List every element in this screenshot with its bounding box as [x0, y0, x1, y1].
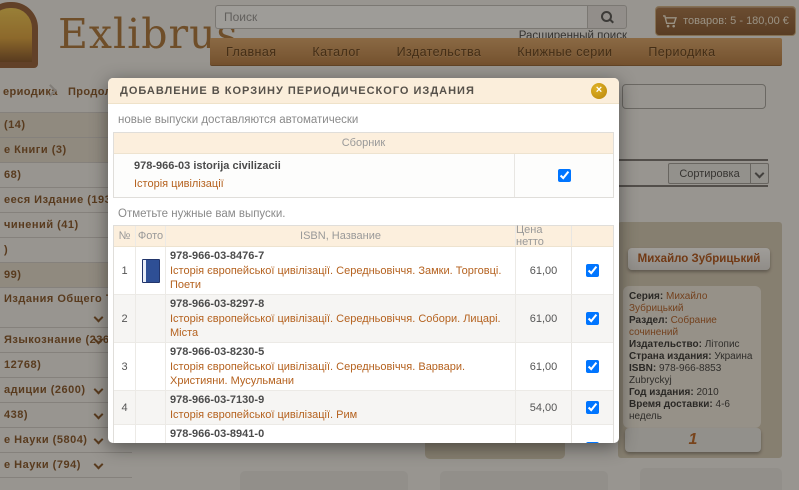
col-header-check — [571, 226, 613, 246]
issue-title-link[interactable]: Історія європейської цивілізації. Середн… — [170, 264, 511, 292]
issue-row: 3 978-966-03-8230-5 Історія європейської… — [114, 343, 613, 391]
issue-isbn: 978-966-03-8230-5 — [170, 346, 265, 358]
col-header-num: № — [114, 226, 136, 246]
add-to-cart-modal: ДОБАВЛЕНИЕ В КОРЗИНУ ПЕРИОДИЧЕСКОГО ИЗДА… — [108, 78, 619, 443]
issue-number: 5 — [114, 425, 136, 443]
issue-photo — [142, 437, 160, 444]
issue-row: 4 978-966-03-7130-9 Історія європейської… — [114, 391, 613, 425]
close-icon[interactable] — [591, 82, 607, 99]
issue-number: 2 — [114, 295, 136, 342]
issue-isbn: 978-966-03-7130-9 — [170, 394, 265, 406]
issue-photo — [142, 307, 160, 331]
issue-checkbox[interactable] — [586, 312, 599, 325]
auto-delivery-note: новые выпуски доставляются автоматически — [118, 114, 359, 126]
issue-isbn: 978-966-03-8297-8 — [170, 298, 265, 310]
issue-number: 3 — [114, 343, 136, 390]
collection-header: Сборник — [341, 137, 386, 149]
issue-title-link[interactable]: Історія європейської цивілізації. Рим — [170, 408, 511, 422]
issue-price: 58,00 — [515, 425, 571, 443]
collection-title-link[interactable]: Історія цивілізації — [134, 177, 224, 191]
modal-header: ДОБАВЛЕНИЕ В КОРЗИНУ ПЕРИОДИЧЕСКОГО ИЗДА… — [108, 78, 619, 104]
page: Exlibrus Расширенный поиск товаров: 5 - … — [0, 0, 799, 490]
modal-title: ДОБАВЛЕНИЕ В КОРЗИНУ ПЕРИОДИЧЕСКОГО ИЗДА… — [120, 84, 475, 97]
issues-table: № Фото ISBN, Название Цена нетто 1 978-9… — [113, 224, 614, 443]
issue-photo — [142, 355, 160, 379]
issues-table-header: № Фото ISBN, Название Цена нетто — [114, 224, 613, 248]
issue-isbn: 978-966-03-8476-7 — [170, 250, 265, 262]
issue-price: 61,00 — [515, 343, 571, 390]
issue-row: 2 978-966-03-8297-8 Історія європейської… — [114, 295, 613, 343]
issue-checkbox[interactable] — [586, 360, 599, 373]
issue-price: 61,00 — [515, 247, 571, 294]
issue-price: 61,00 — [515, 295, 571, 342]
collection-isbn: 978-966-03 istorija civilizacii — [134, 160, 281, 172]
issue-title-link[interactable]: Історія цивілізації. Україна. Том 1. Від… — [170, 442, 511, 443]
issue-row: 1 978-966-03-8476-7 Історія європейської… — [114, 247, 613, 295]
col-header-name: ISBN, Название — [300, 230, 381, 242]
issue-photo — [141, 258, 160, 283]
collection-table: Сборник 978-966-03 istorija civilizacii … — [113, 132, 614, 198]
issue-checkbox[interactable] — [586, 264, 599, 277]
collection-checkbox[interactable] — [557, 169, 571, 182]
select-issues-note: Отметьте нужные вам выпуски. — [118, 208, 286, 220]
issue-row: 5 978-966-03-8941-0 Історія цивілізації.… — [114, 425, 613, 443]
issue-checkbox[interactable] — [586, 442, 599, 443]
issue-isbn: 978-966-03-8941-0 — [170, 428, 265, 440]
col-header-price: Цена нетто — [515, 224, 571, 248]
issue-checkbox[interactable] — [586, 401, 599, 414]
issue-title-link[interactable]: Історія європейської цивілізації. Середн… — [170, 360, 511, 388]
issue-price: 54,00 — [515, 391, 571, 424]
issue-number: 4 — [114, 391, 136, 424]
issue-title-link[interactable]: Історія європейської цивілізації. Середн… — [170, 312, 511, 340]
issue-number: 1 — [114, 247, 136, 294]
issue-photo — [142, 396, 160, 420]
col-header-photo: Фото — [136, 226, 166, 246]
collection-row: 978-966-03 istorija civilizacii Історія … — [114, 154, 613, 197]
